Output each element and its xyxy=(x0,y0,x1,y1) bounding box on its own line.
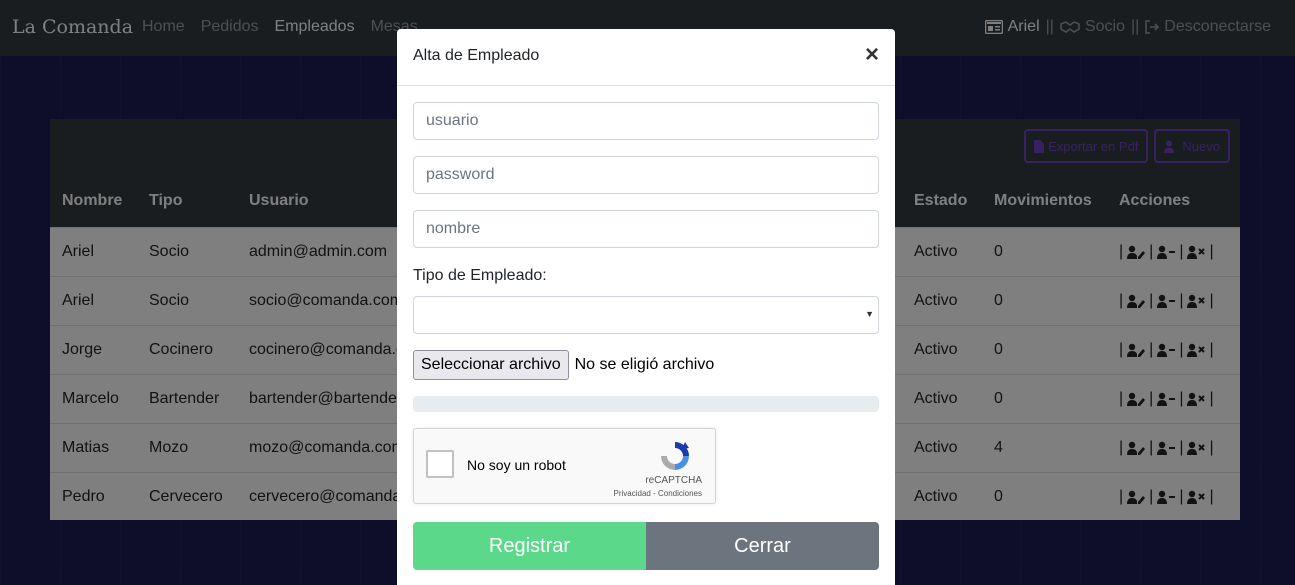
file-upload: Seleccionar archivo No se eligió archivo xyxy=(413,350,714,380)
file-status: No se eligió archivo xyxy=(574,356,715,373)
recaptcha-label: No soy un robot xyxy=(467,457,566,473)
chevron-down-icon: ▼ xyxy=(865,309,874,319)
add-employee-modal: Alta de Empleado × Tipo de Empleado: ▼ S… xyxy=(397,29,895,585)
password-input[interactable] xyxy=(413,156,879,194)
modal-title: Alta de Empleado xyxy=(413,47,540,64)
modal-header: Alta de Empleado × xyxy=(397,29,895,86)
usuario-input[interactable] xyxy=(413,102,879,140)
close-icon[interactable]: × xyxy=(865,43,879,67)
registrar-button[interactable]: Registrar xyxy=(413,522,646,570)
nombre-input[interactable] xyxy=(413,210,879,248)
file-select-button[interactable]: Seleccionar archivo xyxy=(413,350,569,380)
recaptcha-links[interactable]: Privacidad - Condiciones xyxy=(614,489,703,498)
cerrar-button[interactable]: Cerrar xyxy=(646,522,879,570)
recaptcha-brand: reCAPTCHA xyxy=(645,475,702,486)
upload-progress xyxy=(413,396,879,412)
tipo-label: Tipo de Empleado: xyxy=(413,267,547,284)
recaptcha-checkbox[interactable] xyxy=(426,450,454,478)
recaptcha-widget: No soy un robot reCAPTCHA Privacidad - C… xyxy=(413,428,716,504)
tipo-select[interactable]: ▼ xyxy=(413,296,879,334)
recaptcha-logo-icon xyxy=(661,442,689,470)
